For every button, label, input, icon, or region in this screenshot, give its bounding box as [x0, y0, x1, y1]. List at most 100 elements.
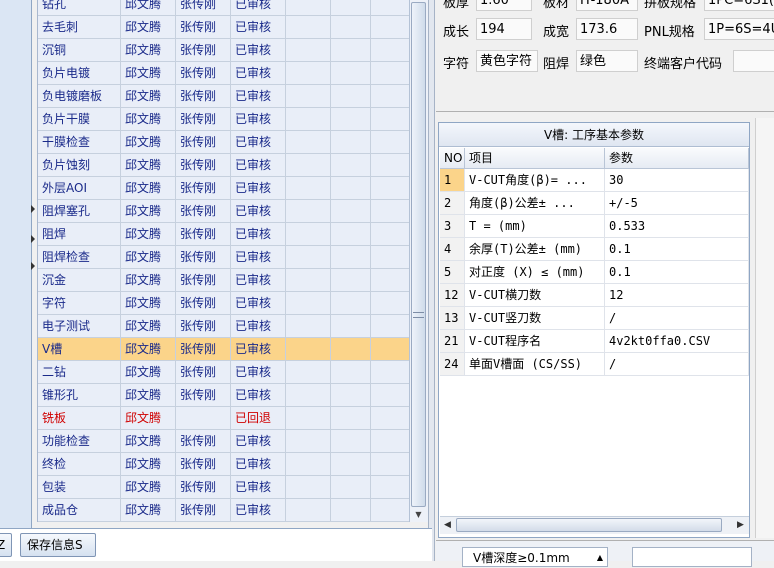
process-maker-cell: 邱文腾 — [121, 361, 176, 384]
process-list-grid[interactable]: 钻孔 邱文腾 张传刚 已审核 去毛刺 邱文腾 张传刚 已审核 沉铜 邱文腾 张传刚 已审核 负片电镀 邱文… — [37, 0, 409, 522]
process-status-cell: 已审核 — [231, 85, 286, 108]
process-name-cell: 沉铜 — [38, 39, 121, 62]
params-value-cell[interactable]: / — [605, 307, 749, 330]
v-groove-depth-combo[interactable]: V槽深度≥0.1mm ▲ — [462, 547, 608, 567]
params-value-cell[interactable]: 30 — [605, 169, 749, 192]
params-header-value[interactable]: 参数 — [605, 148, 749, 169]
table-row[interactable]: 外层AOI 邱文腾 张传刚 已审核 — [38, 177, 409, 200]
table-row[interactable]: 沉铜 邱文腾 张传刚 已审核 — [38, 39, 409, 62]
secondary-combo[interactable] — [632, 547, 752, 567]
scroll-left-arrow-icon[interactable]: ◀ — [444, 520, 451, 530]
params-value-cell[interactable]: / — [605, 353, 749, 376]
table-row[interactable]: V槽 邱文腾 张传刚 已审核 — [38, 338, 409, 361]
table-row[interactable]: 干膜检查 邱文腾 张传刚 已审核 — [38, 131, 409, 154]
table-row[interactable]: 负片蚀刻 邱文腾 张传刚 已审核 — [38, 154, 409, 177]
params-row[interactable]: 4 余厚(T)公差± (mm) 0.1 — [440, 238, 749, 261]
combo-arrow-icon[interactable]: ▲ — [597, 548, 603, 568]
scroll-right-arrow-icon[interactable]: ▶ — [737, 520, 744, 530]
process-reviewer-cell: 张传刚 — [176, 476, 231, 499]
table-row[interactable]: 电子测试 邱文腾 张传刚 已审核 — [38, 315, 409, 338]
collapse-grip-icon[interactable] — [31, 262, 35, 270]
empty-cell — [286, 499, 331, 522]
table-row[interactable]: 负电镀磨板 邱文腾 张传刚 已审核 — [38, 85, 409, 108]
process-name-cell: 功能检查 — [38, 430, 121, 453]
params-row[interactable]: 13 V-CUT竖刀数 / — [440, 307, 749, 330]
save-info-button[interactable]: 保存信息S — [20, 533, 96, 557]
process-reviewer-cell: 张传刚 — [176, 338, 231, 361]
empty-cell — [331, 39, 371, 62]
table-row[interactable]: 阻焊 邱文腾 张传刚 已审核 — [38, 223, 409, 246]
scrollbar-thumb[interactable] — [456, 518, 722, 532]
table-row[interactable]: 终检 邱文腾 张传刚 已审核 — [38, 453, 409, 476]
table-row[interactable]: 负片干膜 邱文腾 张传刚 已审核 — [38, 108, 409, 131]
table-row[interactable]: 负片电镀 邱文腾 张传刚 已审核 — [38, 62, 409, 85]
process-name-cell: 成品仓 — [38, 499, 121, 522]
info-value-field[interactable]: 173.6 — [576, 18, 638, 40]
params-item-cell: 单面V槽面 (CS/SS) — [465, 353, 605, 376]
process-reviewer-cell: 张传刚 — [176, 16, 231, 39]
process-maker-cell: 邱文腾 — [121, 108, 176, 131]
table-row[interactable]: 阻焊塞孔 邱文腾 张传刚 已审核 — [38, 200, 409, 223]
params-row[interactable]: 12 V-CUT横刀数 12 — [440, 284, 749, 307]
params-value-cell[interactable]: +/-5 — [605, 192, 749, 215]
process-name-cell: 字符 — [38, 292, 121, 315]
collapse-grip-icon[interactable] — [31, 235, 35, 243]
info-value-field[interactable]: 1.60 — [476, 0, 532, 11]
scroll-down-arrow-icon[interactable]: ▼ — [411, 508, 426, 521]
table-row[interactable]: 包装 邱文腾 张传刚 已审核 — [38, 476, 409, 499]
params-value-cell[interactable]: 0.1 — [605, 238, 749, 261]
empty-cell — [371, 292, 409, 315]
table-row[interactable]: 成品仓 邱文腾 张传刚 已审核 — [38, 499, 409, 522]
table-row[interactable]: 沉金 邱文腾 张传刚 已审核 — [38, 269, 409, 292]
table-row[interactable]: 阻焊检查 邱文腾 张传刚 已审核 — [38, 246, 409, 269]
process-name-cell: 沉金 — [38, 269, 121, 292]
params-no-cell: 5 — [440, 261, 465, 284]
params-row[interactable]: 2 角度(β)公差± ... +/-5 — [440, 192, 749, 215]
process-reviewer-cell: 张传刚 — [176, 430, 231, 453]
table-row[interactable]: 去毛刺 邱文腾 张传刚 已审核 — [38, 16, 409, 39]
params-value-cell[interactable]: 12 — [605, 284, 749, 307]
process-name-cell: 终检 — [38, 453, 121, 476]
params-no-cell: 2 — [440, 192, 465, 215]
params-value-cell[interactable]: 0.1 — [605, 261, 749, 284]
info-value-field[interactable] — [733, 50, 774, 72]
params-value-cell[interactable]: 0.533 — [605, 215, 749, 238]
process-maker-cell: 邱文腾 — [121, 16, 176, 39]
process-name-cell: 阻焊 — [38, 223, 121, 246]
table-row[interactable]: 功能检查 邱文腾 张传刚 已审核 — [38, 430, 409, 453]
collapse-grip-icon[interactable] — [31, 205, 35, 213]
params-value-cell[interactable]: 4v2kt0ffa0.CSV — [605, 330, 749, 353]
scrollbar-thumb[interactable] — [411, 2, 426, 507]
table-row[interactable]: 字符 邱文腾 张传刚 已审核 — [38, 292, 409, 315]
table-row[interactable]: 钻孔 邱文腾 张传刚 已审核 — [38, 0, 409, 16]
empty-cell — [331, 476, 371, 499]
process-maker-cell: 邱文腾 — [121, 223, 176, 246]
params-header-item[interactable]: 项目 — [465, 148, 605, 169]
params-row[interactable]: 5 对正度 (X) ≤ (mm) 0.1 — [440, 261, 749, 284]
process-reviewer-cell: 张传刚 — [176, 384, 231, 407]
params-row[interactable]: 3T = (mm) 0.533 — [440, 215, 749, 238]
combo-value: V槽深度≥0.1mm — [473, 551, 570, 565]
info-value-field[interactable]: 194 — [476, 18, 532, 40]
process-reviewer-cell: 张传刚 — [176, 361, 231, 384]
info-value-field[interactable]: 黄色字符 — [476, 50, 538, 72]
table-row[interactable]: 锥形孔 邱文腾 张传刚 已审核 — [38, 384, 409, 407]
process-name-cell: 去毛刺 — [38, 16, 121, 39]
left-button[interactable]: Z — [0, 533, 12, 557]
panel-splitter[interactable] — [428, 0, 435, 561]
params-header-no[interactable]: NO — [440, 148, 465, 169]
process-reviewer-cell: 张传刚 — [176, 0, 231, 16]
info-value-field[interactable]: IT-180A — [576, 0, 638, 11]
params-row[interactable]: 24 单面V槽面 (CS/SS) / — [440, 353, 749, 376]
process-status-cell: 已审核 — [231, 499, 286, 522]
info-value-field[interactable]: 1PC=6S1(… — [704, 0, 774, 11]
info-value-field[interactable]: 1P=6S=4U — [704, 18, 774, 40]
empty-cell — [371, 246, 409, 269]
table-row[interactable]: 二钻 邱文腾 张传刚 已审核 — [38, 361, 409, 384]
params-row[interactable]: 1 V-CUT角度(β)= ... 30 — [440, 169, 749, 192]
process-status-cell: 已审核 — [231, 361, 286, 384]
table-row[interactable]: 铣板 邱文腾 已回退 — [38, 407, 409, 430]
empty-cell — [371, 0, 409, 16]
info-value-field[interactable]: 绿色 — [576, 50, 638, 72]
params-row[interactable]: 21 V-CUT程序名 4v2kt0ffa0.CSV — [440, 330, 749, 353]
